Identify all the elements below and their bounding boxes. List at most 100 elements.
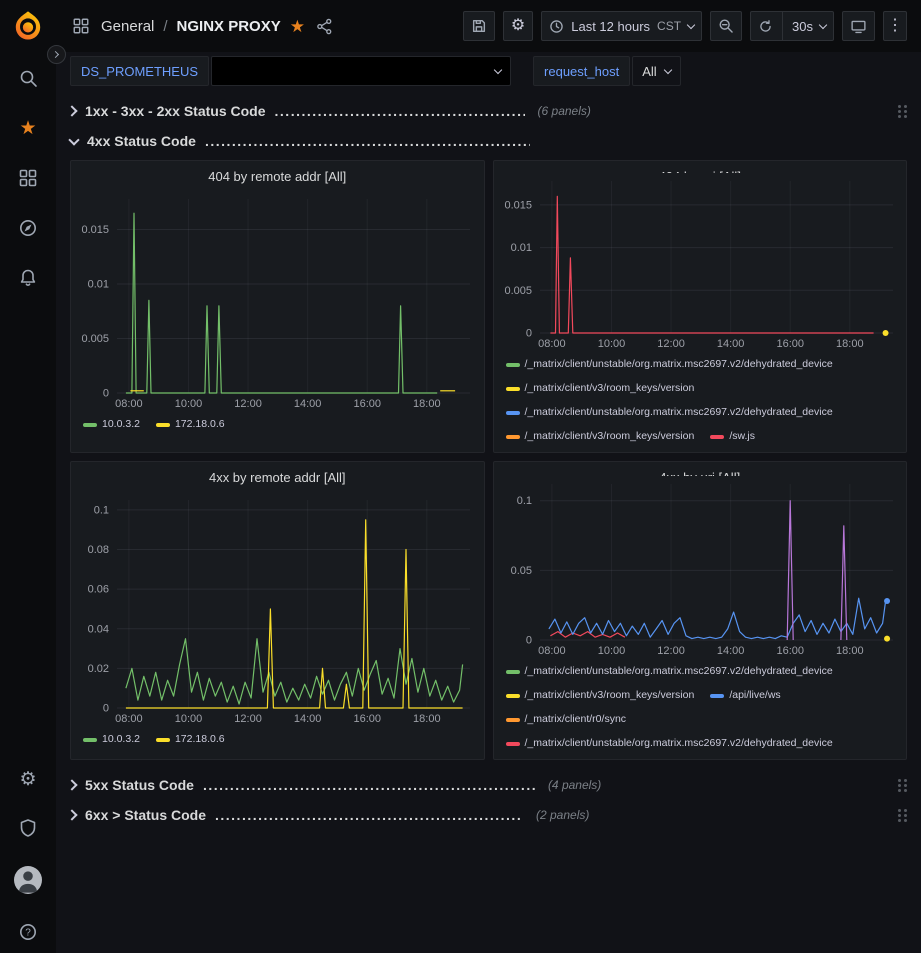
legend-label: 172.18.0.6 bbox=[175, 417, 225, 432]
datasource-select[interactable] bbox=[211, 56, 511, 86]
legend-item[interactable]: /_matrix/client/r0/sync bbox=[506, 712, 627, 727]
legend-label: /_matrix/client/v3/room_keys/version bbox=[525, 688, 695, 703]
legend-label: 172.18.0.6 bbox=[175, 732, 225, 747]
svg-text:14:00: 14:00 bbox=[294, 398, 322, 410]
time-range-picker[interactable]: Last 12 hours CST bbox=[541, 11, 702, 41]
legend-item[interactable]: /_matrix/client/v3/room_keys/version bbox=[506, 688, 695, 703]
server-admin-shield-icon[interactable] bbox=[17, 817, 39, 839]
time-range-label: Last 12 hours bbox=[571, 19, 650, 34]
dashboards-icon[interactable] bbox=[17, 167, 39, 189]
legend-label: /_matrix/client/unstable/org.matrix.msc2… bbox=[525, 664, 833, 679]
legend-swatch bbox=[506, 718, 520, 722]
legend-swatch bbox=[506, 670, 520, 674]
kiosk-mode-button[interactable] bbox=[842, 11, 875, 41]
legend-swatch bbox=[506, 387, 520, 391]
main-area: General / NGINX PROXY ★ ⚙ Last 12 hours … bbox=[56, 0, 921, 953]
row-header-1xx-3xx-2xx[interactable]: 1xx - 3xx - 2xx Status Code ............… bbox=[70, 96, 907, 126]
dashboard-settings-button[interactable]: ⚙ bbox=[503, 11, 533, 41]
svg-text:0.005: 0.005 bbox=[504, 285, 532, 297]
row-drag-handle[interactable] bbox=[892, 101, 907, 122]
explore-compass-icon[interactable] bbox=[17, 217, 39, 239]
svg-text:0: 0 bbox=[525, 635, 531, 647]
legend-item[interactable]: /_matrix/client/unstable/org.matrix.msc2… bbox=[506, 664, 833, 679]
search-icon[interactable] bbox=[17, 67, 39, 89]
svg-text:0.1: 0.1 bbox=[94, 504, 109, 516]
timeseries-chart[interactable]: 00.0050.010.01508:0010:0012:0014:0016:00… bbox=[71, 191, 484, 411]
sidebar: ★ ⚙ ? bbox=[0, 0, 56, 953]
legend-item[interactable]: 10.0.3.2 bbox=[83, 417, 140, 432]
row-drag-handle[interactable] bbox=[892, 775, 907, 796]
zoom-out-time-button[interactable] bbox=[710, 11, 742, 41]
refresh-interval-group[interactable]: 30s bbox=[750, 11, 834, 41]
svg-text:14:00: 14:00 bbox=[716, 338, 744, 350]
legend-label: /_matrix/client/unstable/org.matrix.msc2… bbox=[525, 357, 833, 372]
breadcrumb-title[interactable]: NGINX PROXY bbox=[177, 18, 281, 35]
alerting-bell-icon[interactable] bbox=[17, 267, 39, 289]
legend-item[interactable]: /_matrix/client/v3/room_keys/version bbox=[506, 381, 695, 396]
legend-swatch bbox=[83, 738, 97, 742]
legend-label: /_matrix/client/unstable/org.matrix.msc2… bbox=[525, 405, 833, 420]
row-title-leader: ........................................… bbox=[203, 777, 535, 793]
legend-item[interactable]: /_matrix/client/unstable/org.matrix.msc2… bbox=[506, 357, 833, 372]
legend-swatch bbox=[710, 435, 724, 439]
row-header-5xx[interactable]: 5xx Status Code ........................… bbox=[70, 770, 907, 800]
request-host-variable-group: request_host All bbox=[533, 56, 681, 86]
legend-item[interactable]: 172.18.0.6 bbox=[156, 732, 225, 747]
panel-title[interactable]: 4xx by uri [All] bbox=[494, 462, 907, 476]
chart-legend: /_matrix/client/unstable/org.matrix.msc2… bbox=[494, 351, 907, 452]
row-header-6xx[interactable]: 6xx > Status Code ......................… bbox=[70, 800, 907, 830]
svg-text:0: 0 bbox=[103, 388, 109, 400]
row-title: 6xx > Status Code bbox=[85, 807, 206, 823]
breadcrumb-section[interactable]: General bbox=[101, 18, 154, 35]
legend-swatch bbox=[506, 411, 520, 415]
legend-item[interactable]: /_matrix/client/unstable/org.matrix.msc2… bbox=[506, 736, 833, 751]
chevron-right-icon bbox=[52, 51, 59, 58]
legend-label: /_matrix/client/r0/sync bbox=[525, 712, 627, 727]
legend-item[interactable]: /sw.js bbox=[710, 429, 755, 444]
save-dashboard-button[interactable] bbox=[463, 11, 495, 41]
svg-text:0: 0 bbox=[525, 328, 531, 340]
legend-item[interactable]: 172.18.0.6 bbox=[156, 417, 225, 432]
panel-title[interactable]: 4xx by remote addr [All] bbox=[71, 462, 484, 492]
panel-404-by-remote-addr: 404 by remote addr [All] 00.0050.010.015… bbox=[70, 160, 485, 453]
button-divider bbox=[782, 12, 783, 40]
panel-title[interactable]: 404 by remote addr [All] bbox=[71, 161, 484, 191]
legend-item[interactable]: /_matrix/client/v3/room_keys/version bbox=[506, 429, 695, 444]
favorite-star-icon[interactable]: ★ bbox=[290, 18, 305, 35]
sidebar-bottom-nav: ⚙ ? bbox=[14, 768, 42, 953]
svg-text:14:00: 14:00 bbox=[716, 645, 744, 657]
legend-item[interactable]: /api/live/ws bbox=[710, 688, 780, 703]
share-icon[interactable] bbox=[314, 15, 336, 37]
legend-swatch bbox=[506, 742, 520, 746]
chevron-right-icon bbox=[66, 105, 77, 116]
legend-item[interactable]: 10.0.3.2 bbox=[83, 732, 140, 747]
gear-icon: ⚙ bbox=[511, 18, 525, 34]
legend-label: /_matrix/client/v3/room_keys/version bbox=[525, 429, 695, 444]
row-header-4xx[interactable]: 4xx Status Code ........................… bbox=[70, 126, 907, 156]
grafana-app: ★ ⚙ ? bbox=[0, 0, 921, 953]
panel-title[interactable]: 404 by uri [All] bbox=[494, 161, 907, 173]
panel-4xx-by-uri: 4xx by uri [All] 00.050.108:0010:0012:00… bbox=[493, 461, 908, 760]
legend-swatch bbox=[83, 423, 97, 427]
chart-legend: /_matrix/client/unstable/org.matrix.msc2… bbox=[494, 658, 907, 759]
help-icon[interactable]: ? bbox=[17, 921, 39, 943]
svg-text:14:00: 14:00 bbox=[294, 713, 322, 725]
kebab-menu-button[interactable]: ⋮ bbox=[883, 11, 907, 41]
sidebar-top-nav: ★ bbox=[17, 67, 39, 289]
top-navbar: General / NGINX PROXY ★ ⚙ Last 12 hours … bbox=[56, 0, 921, 52]
timeseries-chart[interactable]: 00.0050.010.01508:0010:0012:0014:0016:00… bbox=[494, 173, 907, 351]
svg-text:0.01: 0.01 bbox=[510, 242, 531, 254]
configuration-gear-icon[interactable]: ⚙ bbox=[17, 768, 39, 790]
timeseries-chart[interactable]: 00.020.040.060.080.108:0010:0012:0014:00… bbox=[71, 492, 484, 726]
grafana-logo[interactable] bbox=[12, 9, 44, 41]
request-host-select[interactable]: All bbox=[632, 56, 680, 86]
svg-text:08:00: 08:00 bbox=[538, 645, 566, 657]
legend-item[interactable]: /_matrix/client/unstable/org.matrix.msc2… bbox=[506, 405, 833, 420]
user-avatar[interactable] bbox=[14, 866, 42, 894]
starred-icon[interactable]: ★ bbox=[17, 117, 39, 139]
timeseries-chart[interactable]: 00.050.108:0010:0012:0014:0016:0018:00 bbox=[494, 476, 907, 658]
sidebar-expand-button[interactable] bbox=[47, 45, 66, 64]
row-drag-handle[interactable] bbox=[892, 805, 907, 826]
row-panel-count: (6 panels) bbox=[538, 104, 591, 118]
legend-swatch bbox=[506, 363, 520, 367]
